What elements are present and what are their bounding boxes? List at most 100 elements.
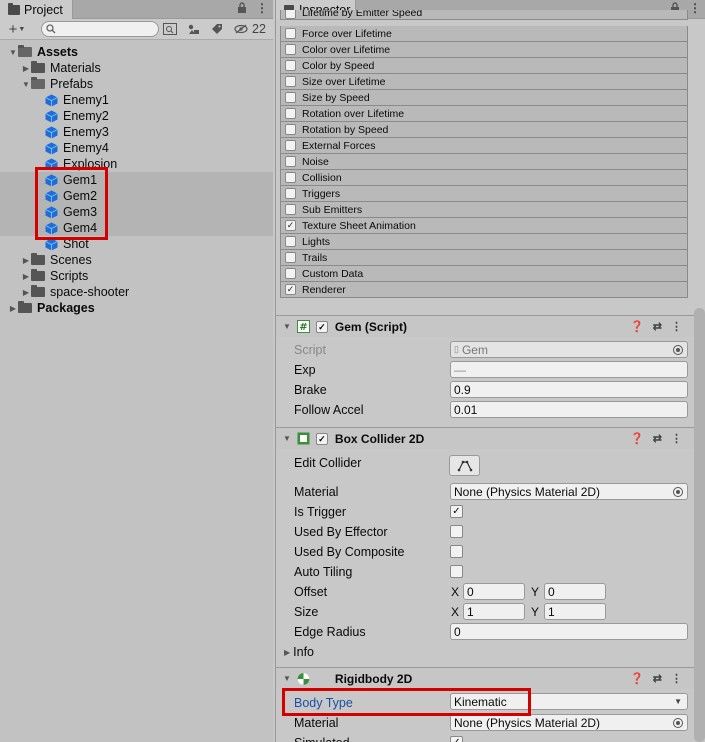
module-checkbox[interactable]: ✓ (285, 220, 296, 231)
used-by-composite-checkbox[interactable] (450, 545, 463, 558)
particle-module-row[interactable]: Sub Emitters (280, 202, 688, 218)
collapse-arrow-icon[interactable]: ▶ (8, 304, 18, 313)
auto-tiling-checkbox[interactable] (450, 565, 463, 578)
particle-module-row[interactable]: Lights (280, 234, 688, 250)
object-picker-icon[interactable] (673, 487, 683, 497)
help-icon[interactable]: ❓ (630, 672, 644, 685)
module-checkbox[interactable] (285, 92, 296, 103)
brake-field[interactable]: 0.9 (450, 381, 688, 398)
module-checkbox[interactable] (285, 28, 296, 39)
edit-collider-button[interactable] (449, 455, 480, 476)
module-checkbox[interactable] (285, 60, 296, 71)
context-menu-icon[interactable]: ⋮ (671, 320, 682, 333)
collapse-arrow-icon[interactable]: ▶ (21, 272, 31, 281)
tree-item[interactable]: ▶ Scripts (0, 268, 273, 284)
particle-module-row[interactable]: ✓ Renderer (280, 282, 688, 298)
context-menu-icon[interactable]: ⋮ (671, 672, 682, 685)
expand-arrow-icon[interactable]: ▼ (8, 48, 18, 57)
particle-module-row[interactable]: Triggers (280, 186, 688, 202)
particle-module-row[interactable]: External Forces (280, 138, 688, 154)
used-by-effector-checkbox[interactable] (450, 525, 463, 538)
is-trigger-checkbox[interactable]: ✓ (450, 505, 463, 518)
tree-item[interactable]: Enemy1 (0, 92, 273, 108)
rb-material-field[interactable]: None (Physics Material 2D) (450, 714, 688, 731)
expand-arrow-icon[interactable]: ▼ (283, 322, 291, 331)
hidden-packages-toggle[interactable]: 22 (234, 20, 270, 38)
particle-module-row[interactable]: Size by Speed (280, 90, 688, 106)
particle-module-row[interactable]: Collision (280, 170, 688, 186)
particle-module-row[interactable]: Color over Lifetime (280, 42, 688, 58)
module-checkbox[interactable] (285, 44, 296, 55)
module-checkbox[interactable] (285, 140, 296, 151)
module-checkbox[interactable] (285, 252, 296, 263)
box-collider-header[interactable]: ▼ ✓ Box Collider 2D ❓ ⇄ ⋮ (276, 427, 696, 449)
collapse-arrow-icon[interactable]: ▶ (21, 256, 31, 265)
particle-module-row[interactable]: Size over Lifetime (280, 74, 688, 90)
simulated-checkbox[interactable]: ✓ (450, 736, 463, 742)
search-by-type-icon[interactable] (160, 20, 180, 38)
particle-module-row[interactable]: Force over Lifetime (280, 26, 688, 42)
particle-module-row[interactable]: Lifetime by Emitter Speed (280, 10, 688, 20)
particle-module-row[interactable]: Rotation by Speed (280, 122, 688, 138)
tree-item[interactable]: ▶ Packages (0, 300, 273, 316)
follow-accel-field[interactable]: 0.01 (450, 401, 688, 418)
tree-item[interactable]: Enemy3 (0, 124, 273, 140)
collapse-arrow-icon[interactable]: ▶ (21, 288, 31, 297)
offset-x-field[interactable]: 0 (463, 583, 525, 600)
gem-enabled-checkbox[interactable]: ✓ (315, 320, 328, 333)
add-asset-button[interactable]: + ▼ (4, 20, 30, 38)
edge-radius-field[interactable]: 0 (450, 623, 688, 640)
exp-field[interactable]: — (450, 361, 688, 378)
box-collider-enabled-checkbox[interactable]: ✓ (315, 432, 328, 445)
tree-item[interactable]: ▼ Assets (0, 44, 273, 60)
tree-item[interactable]: ▶ Materials (0, 60, 273, 76)
expand-arrow-icon[interactable]: ▼ (21, 80, 31, 89)
filter-type-icon[interactable] (184, 20, 204, 38)
module-checkbox[interactable] (285, 172, 296, 183)
context-menu-icon[interactable]: ⋮ (671, 432, 682, 445)
size-x-field[interactable]: 1 (463, 603, 525, 620)
module-checkbox[interactable] (285, 204, 296, 215)
search-input[interactable] (41, 21, 159, 37)
label-tag-icon[interactable] (207, 20, 227, 38)
tab-project[interactable]: Project (0, 0, 73, 19)
module-checkbox[interactable] (285, 108, 296, 119)
tree-item[interactable]: ▼ Prefabs (0, 76, 273, 92)
bc-material-field[interactable]: None (Physics Material 2D) (450, 483, 688, 500)
preset-icon[interactable]: ⇄ (653, 672, 662, 685)
particle-module-row[interactable]: Custom Data (280, 266, 688, 282)
particle-module-row[interactable]: Noise (280, 154, 688, 170)
particle-module-row[interactable]: Trails (280, 250, 688, 266)
collapse-arrow-icon[interactable]: ▶ (21, 64, 31, 73)
preset-icon[interactable]: ⇄ (653, 432, 662, 445)
module-checkbox[interactable] (285, 124, 296, 135)
inspector-kebab-icon[interactable]: ⋮ (689, 1, 701, 15)
module-checkbox[interactable] (285, 76, 296, 87)
help-icon[interactable]: ❓ (630, 320, 644, 333)
particle-module-row[interactable]: ✓ Texture Sheet Animation (280, 218, 688, 234)
tree-item[interactable]: Enemy4 (0, 140, 273, 156)
tree-item[interactable]: ▶ Scenes (0, 252, 273, 268)
module-checkbox[interactable] (285, 236, 296, 247)
expand-arrow-icon[interactable]: ▼ (283, 674, 291, 683)
gem-script-header[interactable]: ▼ # ✓ Gem (Script) ❓ ⇄ ⋮ (276, 315, 696, 337)
offset-y-field[interactable]: 0 (544, 583, 606, 600)
rigidbody-header[interactable]: ▼ Rigidbody 2D ❓ ⇄ ⋮ (276, 667, 696, 689)
lock-icon[interactable] (237, 2, 247, 17)
module-checkbox[interactable] (285, 188, 296, 199)
tree-item[interactable]: ▶ space-shooter (0, 284, 273, 300)
kebab-menu-icon[interactable]: ⋮ (256, 1, 268, 15)
module-checkbox[interactable] (285, 268, 296, 279)
particle-module-row[interactable]: Color by Speed (280, 58, 688, 74)
help-icon[interactable]: ❓ (630, 432, 644, 445)
module-checkbox[interactable]: ✓ (285, 284, 296, 295)
info-foldout[interactable]: ▶ Info (284, 643, 314, 661)
module-checkbox[interactable] (285, 156, 296, 167)
expand-arrow-icon[interactable]: ▼ (283, 434, 291, 443)
module-checkbox[interactable] (285, 10, 296, 19)
size-y-field[interactable]: 1 (544, 603, 606, 620)
preset-icon[interactable]: ⇄ (653, 320, 662, 333)
tree-item[interactable]: Enemy2 (0, 108, 273, 124)
object-picker-icon[interactable] (673, 718, 683, 728)
inspector-scrollbar[interactable] (694, 308, 705, 742)
